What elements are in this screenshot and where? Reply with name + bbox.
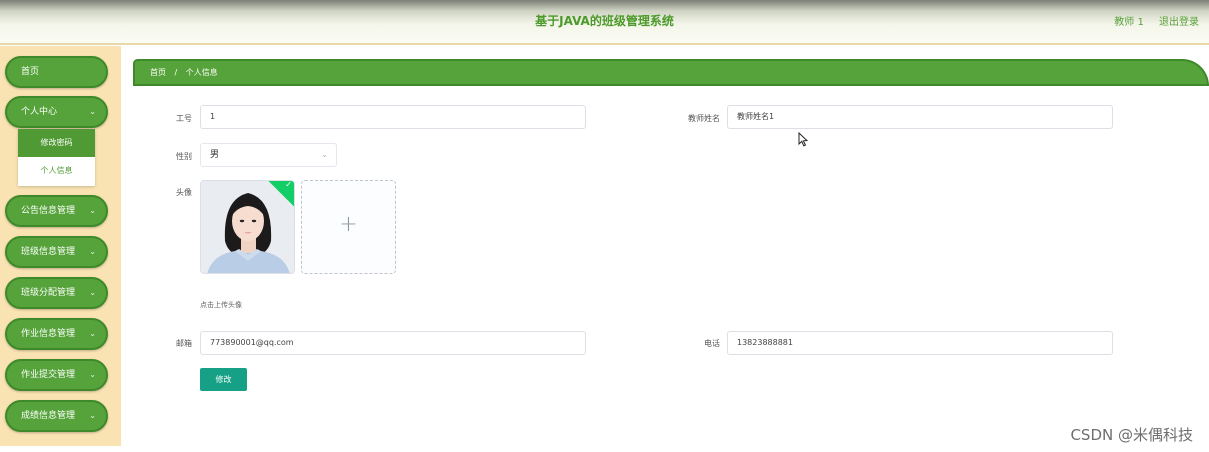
submit-button[interactable]: 修改 <box>200 368 247 391</box>
email-label: 邮箱 <box>176 339 192 348</box>
sidebar-item-label: 首页 <box>21 67 40 77</box>
mouse-cursor-icon <box>798 132 808 147</box>
sidebar-item-home[interactable]: 首页 <box>5 56 108 88</box>
logout-link[interactable]: 退出登录 <box>1159 17 1199 28</box>
avatar-upload-button[interactable]: + <box>301 180 396 274</box>
current-user: 教师 1 <box>1114 17 1144 28</box>
sidebar-item-notice-management[interactable]: 公告信息管理 ⌄ <box>5 195 108 227</box>
phone-label: 电话 <box>704 339 720 348</box>
chevron-down-icon: ⌄ <box>89 206 96 215</box>
top-header: 基于JAVA的班级管理系统 教师 1 退出登录 <box>0 0 1209 45</box>
sidebar-item-label: 公告信息管理 <box>21 206 76 216</box>
email-field[interactable]: 773890001@qq.com <box>200 331 586 355</box>
avatar-label: 头像 <box>176 188 192 197</box>
app-title: 基于JAVA的班级管理系统 <box>535 14 674 28</box>
sidebar: 首页 个人中心 ⌄ 公告信息管理 ⌄ 班级信息管理 ⌄ 班级分配管理 ⌄ 作业信… <box>0 46 121 446</box>
gender-label: 性别 <box>176 152 192 161</box>
portrait-image <box>201 181 294 273</box>
name-field[interactable]: 教师姓名1 <box>727 105 1113 129</box>
chevron-down-icon: ⌄ <box>89 288 96 297</box>
chevron-down-icon: ⌄ <box>89 107 96 116</box>
chevron-down-icon: ⌄ <box>89 370 96 379</box>
name-label: 教师姓名 <box>688 114 720 123</box>
watermark: CSDN @米偶科技 <box>1070 426 1193 444</box>
avatar-photo[interactable]: ✓ <box>200 180 295 274</box>
sidebar-item-label: 作业提交管理 <box>21 370 76 380</box>
sidebar-item-label: 成绩信息管理 <box>21 411 76 421</box>
chevron-down-icon: ⌄ <box>89 247 96 256</box>
sidebar-item-homework-management[interactable]: 作业信息管理 ⌄ <box>5 318 108 350</box>
id-field[interactable]: 1 <box>200 105 586 129</box>
sidebar-item-label: 个人中心 <box>21 107 58 117</box>
sidebar-item-class-management[interactable]: 班级信息管理 ⌄ <box>5 236 108 268</box>
plus-icon: + <box>339 212 358 237</box>
breadcrumb-home[interactable]: 首页 <box>150 68 166 77</box>
submenu-item-personal-info[interactable]: 个人信息 <box>18 157 95 185</box>
personal-center-submenu: 修改密码 个人信息 <box>18 129 95 186</box>
sidebar-item-personal-center[interactable]: 个人中心 ⌄ <box>5 96 108 128</box>
gender-selected-value: 男 <box>210 150 220 160</box>
sidebar-item-label: 作业信息管理 <box>21 329 76 339</box>
phone-field[interactable]: 13823888881 <box>727 331 1113 355</box>
chevron-down-icon: ⌄ <box>89 329 96 338</box>
breadcrumb: 首页 / 个人信息 <box>133 59 1209 86</box>
check-icon: ✓ <box>285 180 292 189</box>
upload-tip: 点击上传头像 <box>200 301 242 309</box>
sidebar-item-label: 班级信息管理 <box>21 247 76 257</box>
id-label: 工号 <box>176 114 192 123</box>
chevron-down-icon: ⌄ <box>321 150 328 159</box>
sidebar-item-class-assignment[interactable]: 班级分配管理 ⌄ <box>5 277 108 309</box>
breadcrumb-current: 个人信息 <box>185 68 218 77</box>
sidebar-item-label: 班级分配管理 <box>21 288 76 298</box>
submenu-item-change-password[interactable]: 修改密码 <box>18 129 95 157</box>
sidebar-item-grade-management[interactable]: 成绩信息管理 ⌄ <box>5 400 108 432</box>
user-box: 教师 1 退出登录 <box>1102 13 1199 28</box>
sidebar-item-homework-submission[interactable]: 作业提交管理 ⌄ <box>5 359 108 391</box>
gender-select[interactable]: 男 ⌄ <box>200 143 337 167</box>
breadcrumb-separator: / <box>174 68 178 77</box>
chevron-down-icon: ⌄ <box>89 411 96 420</box>
